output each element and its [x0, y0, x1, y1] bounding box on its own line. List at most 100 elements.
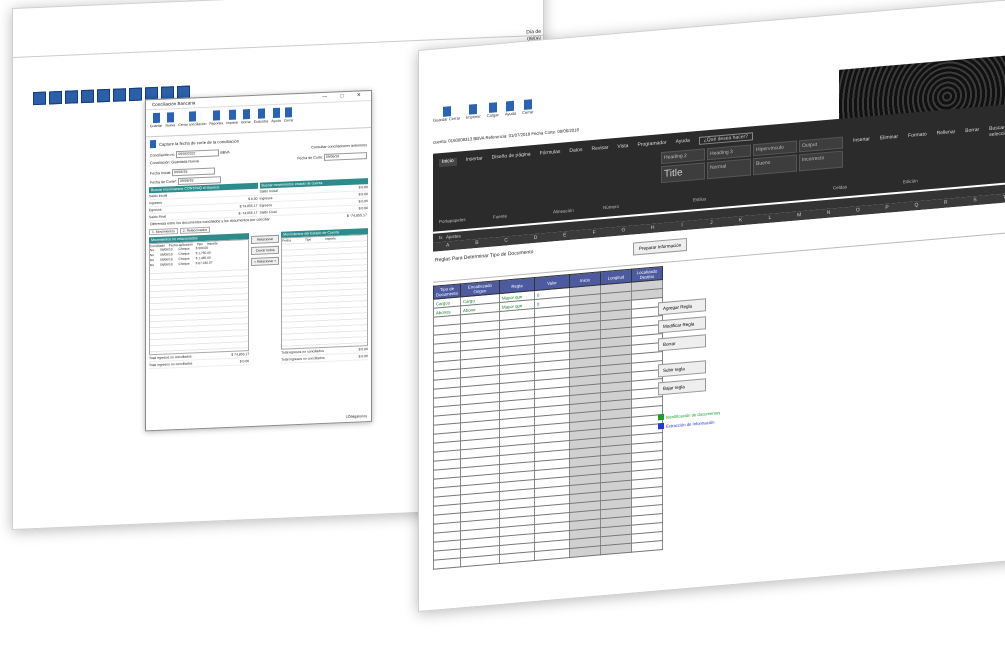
rule-action-button[interactable]: Subir regla: [658, 360, 706, 378]
ribbon-tab[interactable]: Fórmulas: [540, 149, 561, 159]
bancos-summary-key: Saldo Inicial: [149, 193, 168, 199]
diferencia-value: $ -74,855.17: [346, 213, 367, 218]
ribbon-button-8[interactable]: Cerrar: [283, 107, 294, 127]
estado-summary-value: $ 0.00: [358, 206, 368, 211]
ribbon-command[interactable]: Eliminar: [880, 134, 898, 148]
estado-summary-key: Saldo Inicial: [259, 188, 278, 194]
left-summary: Buscar movimientos CONTPAQ i® Bancos Sal…: [149, 182, 258, 222]
right-grid[interactable]: Fecha Tipo Importe: [281, 234, 368, 350]
ribbon-tab[interactable]: Ayuda: [676, 138, 690, 147]
quick-button[interactable]: Ayuda: [505, 100, 516, 117]
rules-table: Tipo de Documento Encabezado Origen Regla V…: [433, 266, 663, 570]
grid-col-header: Importe: [206, 241, 218, 246]
ribbon-button-5[interactable]: Borrar: [241, 109, 251, 129]
rules-cell[interactable]: [631, 540, 663, 553]
left-total-value: $ 74,855.17: [231, 352, 250, 357]
style-cell[interactable]: Output: [799, 136, 843, 153]
rules-cell[interactable]: [600, 543, 632, 555]
toolbar-icon[interactable]: [33, 91, 46, 106]
ribbon-command[interactable]: Buscar y seleccionar: [989, 123, 1005, 138]
ribbon-group-label: Estilos: [693, 196, 707, 203]
ribbon-button-7[interactable]: Ayuda: [271, 107, 281, 128]
tab-0[interactable]: 1. Movimientos: [149, 228, 178, 236]
ribbon-label: Borrar: [241, 119, 251, 125]
style-cell[interactable]: Hipervínculo: [753, 140, 797, 157]
legend-swatch: [658, 422, 664, 430]
rules-cell[interactable]: [569, 545, 601, 558]
estado-summary-value: $ 0.00: [358, 192, 368, 197]
ribbon-tab[interactable]: Vista: [617, 143, 628, 152]
ribbon-button-3[interactable]: Reportes: [209, 110, 223, 131]
right-total-value: $ 0.00: [358, 354, 368, 359]
tell-me-search[interactable]: ¿Qué desea hacer?: [698, 132, 753, 145]
tab-1[interactable]: 2. Relacionados: [179, 226, 211, 234]
prompt-text: Capture la fecha de corte de la concilia…: [159, 137, 240, 147]
ribbon-label: Reportes: [209, 121, 224, 126]
estado-summary-key: Saldo Final: [259, 209, 277, 215]
ribbon-button-1[interactable]: Nueva: [165, 112, 175, 132]
window-controls[interactable]: — □ ✕: [322, 91, 367, 102]
ribbon-icon: [257, 108, 265, 119]
ribbon-command[interactable]: Borrar: [965, 127, 979, 140]
estado-label: Conciliación:: [150, 160, 171, 166]
toolbar-icon[interactable]: [65, 90, 78, 104]
style-cell[interactable]: Incorrecto: [799, 150, 843, 172]
ribbon-label: Cerrar: [283, 118, 294, 123]
left-total-value: $ 0.00: [239, 359, 250, 364]
rules-cell[interactable]: [499, 551, 535, 564]
relate-button[interactable]: Cerrar todos: [251, 245, 280, 255]
ribbon-button-6[interactable]: Excluidos: [254, 108, 268, 129]
style-cell[interactable]: Normal: [707, 158, 751, 180]
conciliacion-label: Conciliación no.: [150, 152, 176, 158]
ribbon-group-label: Fuente: [493, 213, 508, 220]
toolbar-icon[interactable]: [97, 88, 110, 103]
style-cell[interactable]: Bueno: [753, 154, 797, 176]
ribbon-tab[interactable]: Diseño de página: [492, 151, 531, 162]
prepare-info-button[interactable]: Preparar Información: [633, 237, 688, 256]
left-grid[interactable]: Conciliado Fecha aplicación Tipo Importe No…: [149, 239, 250, 356]
relate-button[interactable]: Relacionar: [251, 234, 280, 244]
ribbon-label: Cerrar conciliación: [178, 121, 207, 128]
ribbon-tab[interactable]: Inicio: [439, 157, 457, 168]
rule-action-button[interactable]: Modificar Regla: [658, 316, 706, 334]
quick-button[interactable]: Cerrar: [522, 99, 533, 115]
grid-cell: 09/06/18: [160, 262, 173, 267]
ribbon-tab[interactable]: Insertar: [466, 155, 483, 164]
toolbar-icon[interactable]: [49, 90, 62, 105]
quick-label: Imprimir: [466, 113, 481, 120]
bancos-summary-key: Ingresos: [149, 200, 163, 206]
ribbon-label: Nueva: [165, 123, 176, 128]
ribbon-command[interactable]: Formato: [908, 131, 927, 145]
right-total-key: Total egresos no conciliados: [281, 348, 324, 355]
grid-col-header: Fecha: [282, 238, 292, 243]
ribbon-command[interactable]: Insertar: [853, 136, 870, 149]
quick-button[interactable]: Imprimir: [466, 103, 481, 120]
style-cell[interactable]: Heading 2: [661, 148, 705, 165]
ribbon-button-0[interactable]: Guardar: [150, 112, 162, 134]
ribbon-button-4[interactable]: Imprimir: [226, 109, 238, 131]
relate-button[interactable]: < Relacionar >: [251, 256, 280, 266]
rules-cell[interactable]: [460, 554, 500, 567]
style-cell[interactable]: Heading 3: [707, 144, 751, 161]
rules-cell[interactable]: [534, 548, 570, 561]
toolbar-icon[interactable]: [113, 88, 126, 102]
ribbon-button-2[interactable]: Cerrar conciliación: [178, 111, 206, 132]
estado-options[interactable]: Guardada Nueva: [171, 159, 198, 164]
ribbon-icon: [188, 111, 196, 122]
style-cell[interactable]: Title: [661, 162, 705, 184]
rule-action-button[interactable]: Agregar Regla: [658, 298, 706, 316]
ribbon-icon: [212, 110, 220, 121]
rules-cell[interactable]: [433, 557, 461, 570]
quick-label: Cerrar: [522, 109, 534, 116]
rule-action-button[interactable]: Borrar: [658, 334, 706, 352]
ribbon-command[interactable]: Rellenar: [937, 129, 956, 143]
quick-button[interactable]: Cargar: [487, 102, 499, 118]
ribbon-icon: [228, 109, 236, 120]
toolbar-icon[interactable]: [129, 87, 142, 102]
ribbon-tab[interactable]: Revisar: [591, 145, 608, 154]
toolbar-icon[interactable]: [81, 89, 94, 104]
quick-button[interactable]: Guardar Cerrar: [433, 105, 460, 123]
rule-action-button[interactable]: Bajar regla: [658, 378, 706, 396]
ribbon-tab[interactable]: Datos: [569, 147, 582, 156]
ribbon-tab[interactable]: Programador: [637, 140, 666, 151]
